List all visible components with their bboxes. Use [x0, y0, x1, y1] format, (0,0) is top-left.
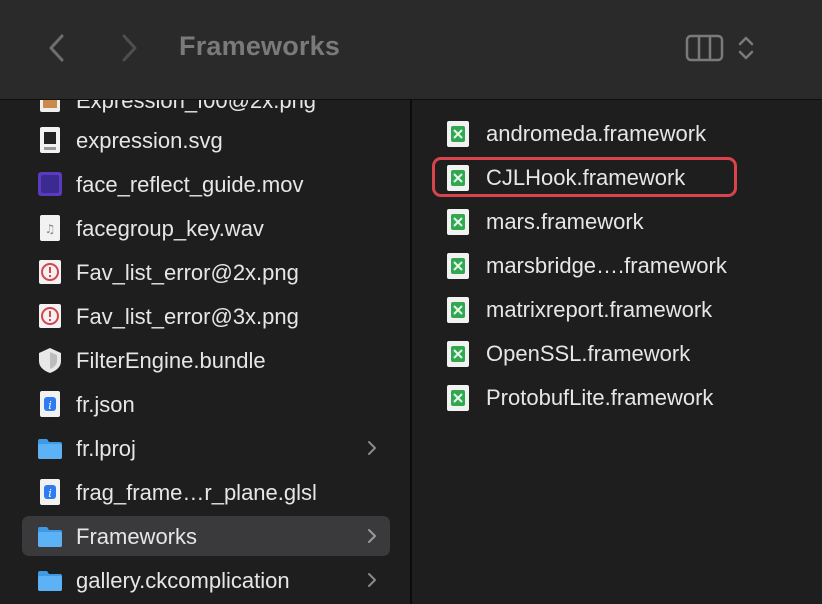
- list-item[interactable]: OpenSSL.framework: [440, 333, 810, 373]
- chevron-up-down-icon: [738, 36, 754, 60]
- list-item[interactable]: ♫ facegroup_key.wav: [22, 208, 390, 248]
- list-item[interactable]: marsbridge….framework: [440, 245, 810, 285]
- item-label: mars.framework: [486, 209, 644, 234]
- list-item[interactable]: matrixreport.framework: [440, 289, 810, 329]
- list-item[interactable]: fr.lproj: [22, 428, 390, 468]
- chevron-right-icon: [368, 529, 376, 543]
- highlight-box: [432, 157, 737, 197]
- folder-icon: [38, 527, 62, 547]
- item-label: Frameworks: [76, 524, 198, 549]
- back-button[interactable]: [40, 30, 76, 66]
- list-item[interactable]: i frag_frame…r_plane.glsl: [22, 472, 390, 512]
- image-file-icon: [40, 100, 60, 112]
- item-label: Expression_f00@2x.png: [76, 100, 317, 113]
- folder-icon: [38, 571, 62, 591]
- left-column: Expression_f00@2x.png expression.svg fac…: [0, 100, 410, 604]
- item-label: OpenSSL.framework: [486, 341, 691, 366]
- error-image-icon: [39, 304, 61, 328]
- item-label: facegroup_key.wav: [76, 216, 264, 241]
- framework-icon: [447, 253, 469, 279]
- view-mode-chevron[interactable]: [736, 33, 756, 63]
- item-label: fr.json: [76, 392, 135, 417]
- list-item[interactable]: FilterEngine.bundle: [22, 340, 390, 380]
- window-title: Frameworks: [179, 31, 341, 61]
- item-label: andromeda.framework: [486, 121, 707, 146]
- item-label: FilterEngine.bundle: [76, 348, 266, 373]
- chevron-right-icon: [368, 441, 376, 455]
- list-item[interactable]: Expression_f00@2x.png: [22, 100, 390, 120]
- list-item[interactable]: face_reflect_guide.mov: [22, 164, 390, 204]
- framework-icon: [447, 341, 469, 367]
- svg-text:i: i: [48, 487, 52, 500]
- code-file-icon: i: [40, 479, 60, 505]
- list-item[interactable]: mars.framework: [440, 201, 810, 241]
- item-label: marsbridge….framework: [486, 253, 727, 278]
- list-item[interactable]: ProtobufLite.framework: [440, 377, 810, 417]
- error-image-icon: [39, 260, 61, 284]
- list-item-selected[interactable]: Frameworks: [22, 516, 390, 556]
- audio-file-icon: ♫: [40, 215, 60, 241]
- item-label: ProtobufLite.framework: [486, 385, 714, 410]
- item-label: expression.svg: [76, 128, 223, 153]
- item-label: Fav_list_error@2x.png: [76, 260, 299, 285]
- list-item[interactable]: andromeda.framework: [440, 113, 810, 153]
- svg-text:♫: ♫: [45, 222, 56, 236]
- chevron-left-icon: [49, 34, 64, 62]
- framework-icon: [447, 385, 469, 411]
- list-item[interactable]: gallery.ckcomplication: [22, 560, 390, 600]
- item-label: gallery.ckcomplication: [76, 568, 290, 593]
- list-item[interactable]: expression.svg: [22, 120, 390, 160]
- chevron-right-icon: [368, 573, 376, 587]
- view-mode-button[interactable]: [685, 33, 725, 63]
- framework-icon: [447, 121, 469, 147]
- chevron-right-icon: [122, 34, 137, 62]
- bundle-icon: [39, 348, 61, 373]
- svg-text:i: i: [48, 399, 52, 412]
- item-label: frag_frame…r_plane.glsl: [76, 480, 317, 505]
- folder-icon: [38, 439, 62, 459]
- framework-icon: [447, 297, 469, 323]
- item-label: Fav_list_error@3x.png: [76, 304, 299, 329]
- movie-file-icon: [38, 172, 62, 196]
- list-item[interactable]: i fr.json: [22, 384, 390, 424]
- list-item[interactable]: Fav_list_error@3x.png: [22, 296, 390, 336]
- item-label: fr.lproj: [76, 436, 136, 461]
- forward-button[interactable]: [110, 30, 146, 66]
- list-item[interactable]: Fav_list_error@2x.png: [22, 252, 390, 292]
- framework-icon: [447, 209, 469, 235]
- svg-file-icon: [40, 127, 60, 153]
- json-file-icon: i: [40, 391, 60, 417]
- toolbar: Frameworks: [0, 0, 822, 100]
- item-label: face_reflect_guide.mov: [76, 172, 304, 197]
- column-view-icon: [685, 34, 724, 62]
- item-label: matrixreport.framework: [486, 297, 713, 322]
